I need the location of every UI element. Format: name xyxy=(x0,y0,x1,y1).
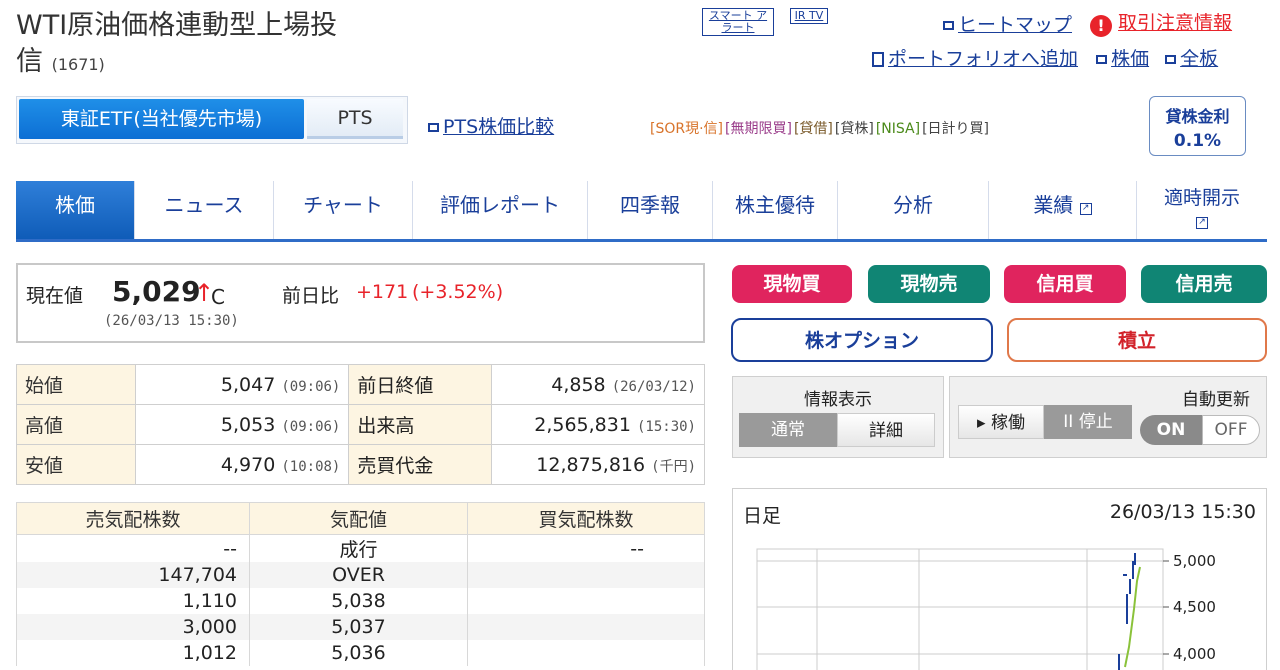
display-normal-button[interactable]: 通常 xyxy=(739,413,837,447)
kabuka-link[interactable]: 株価 xyxy=(1111,48,1149,70)
window-icon xyxy=(1165,55,1177,64)
pts-compare-link[interactable]: PTS株価比較 xyxy=(428,112,554,139)
board-header-sell: 売気配株数 xyxy=(16,502,250,535)
price-label: 現在値 xyxy=(26,285,84,307)
board-header-price: 気配値 xyxy=(249,502,468,535)
page-title: WTI原油価格連動型上場投 信 (1671) xyxy=(16,8,337,83)
info-display-panel: 情報表示 通常 詳細 xyxy=(732,376,944,458)
table-row: 始値 5,047 (09:06) 前日終値 4,858 (26/03/12) xyxy=(15,364,706,405)
tag-daytrade: [日計り買] xyxy=(922,121,990,137)
tab-chart[interactable]: チャート xyxy=(274,181,413,239)
tag-nisa: [NISA] xyxy=(875,121,921,137)
price-box: 現在値 5,029 ↑ C (26/03/13 15:30) 前日比 +171 … xyxy=(16,263,705,343)
title-line2: 信 xyxy=(16,46,43,77)
table-row: 1,012 5,036 xyxy=(16,640,705,666)
y-tick-label: 4,500 xyxy=(1173,598,1216,616)
change-percent: (+3.52%) xyxy=(412,281,504,303)
auto-update-label: 自動更新 xyxy=(1182,390,1250,410)
lending-rate-value: 0.1% xyxy=(1173,131,1222,151)
auto-update-panel: 自動更新 ▸ 稼働 II 停止 ON OFF xyxy=(949,376,1267,458)
table-row: -- 成行 -- xyxy=(16,534,705,562)
price-info-table: 始値 5,047 (09:06) 前日終値 4,858 (26/03/12) 高… xyxy=(15,364,706,485)
tab-yutai[interactable]: 株主優待 xyxy=(713,181,838,239)
main-nav: 株価 ニュース チャート 評価レポート 四季報 株主優待 分析 業績 ↗ 適時開… xyxy=(16,181,1267,242)
order-board: 売気配株数 気配値 買気配株数 -- 成行 -- 147,704 OVER 1,… xyxy=(16,502,705,666)
display-detail-button[interactable]: 詳細 xyxy=(837,413,935,447)
auto-update-off-toggle[interactable]: OFF xyxy=(1202,415,1260,445)
price-flag: C xyxy=(211,285,225,309)
info-display-label: 情報表示 xyxy=(804,390,872,410)
table-row: 1,110 5,038 xyxy=(16,588,705,614)
lending-rate-box[interactable]: 貸株金利 0.1% xyxy=(1149,96,1246,156)
change-label: 前日比 xyxy=(282,285,340,307)
tab-disclosure[interactable]: 適時開示 ↗ xyxy=(1137,181,1267,239)
heatmap-link[interactable]: ヒートマップ xyxy=(943,10,1072,37)
run-button[interactable]: ▸ 稼働 xyxy=(958,405,1044,439)
caution-link[interactable]: ! 取引注意情報 xyxy=(1090,8,1232,37)
genbutsu-buy-button[interactable]: 現物買 xyxy=(732,265,852,303)
stop-button[interactable]: II 停止 xyxy=(1044,405,1132,439)
lending-rate-label: 貸株金利 xyxy=(1165,107,1230,126)
zenban-link[interactable]: 全板 xyxy=(1180,48,1218,70)
warning-icon: ! xyxy=(1090,15,1112,37)
window-icon xyxy=(428,123,439,132)
tag-taishaku: [貸借] xyxy=(793,121,833,137)
stock-code: (1671) xyxy=(51,55,105,74)
margin-sell-button[interactable]: 信用売 xyxy=(1141,265,1267,303)
table-row: 3,000 5,037 xyxy=(16,614,705,640)
tab-pts[interactable]: PTS xyxy=(307,99,403,139)
daily-chart xyxy=(756,548,1169,670)
table-row: 147,704 OVER xyxy=(16,562,705,588)
external-link-icon: ↗ xyxy=(1079,203,1092,215)
tab-gyoseki[interactable]: 業績 ↗ xyxy=(989,181,1137,239)
tag-kashikabu: [貸株] xyxy=(834,121,874,137)
tag-unlimited: [無期限買] xyxy=(725,121,792,137)
daily-chart-panel: 日足 26/03/13 15:30 5,000 4,500 4,000 xyxy=(732,488,1267,670)
board-header-buy: 買気配株数 xyxy=(467,502,705,535)
portfolio-icon xyxy=(872,52,884,67)
title-line1: WTI原油価格連動型上場投 xyxy=(16,10,338,41)
change-value: +171 xyxy=(356,281,409,303)
tab-kabuka[interactable]: 株価 xyxy=(16,181,135,239)
tag-sor: [SOR現·信] xyxy=(650,121,724,137)
y-tick-label: 4,000 xyxy=(1173,645,1216,663)
tab-shikiho[interactable]: 四季報 xyxy=(588,181,713,239)
status-tags: [SOR現·信] [無期限買] [貸借] [貸株] [NISA] [日計り買] xyxy=(650,118,991,138)
external-link-icon: ↗ xyxy=(1196,217,1208,229)
tab-analysis[interactable]: 分析 xyxy=(838,181,989,239)
tab-report[interactable]: 評価レポート xyxy=(413,181,588,239)
market-tabs: 東証ETF(当社優先市場) PTS xyxy=(16,96,408,144)
smart-alert-button[interactable]: スマート アラート xyxy=(702,8,774,36)
ir-tv-button[interactable]: IR TV xyxy=(790,8,828,24)
price-datetime: (26/03/13 15:30) xyxy=(104,313,239,329)
y-tick-label: 5,000 xyxy=(1173,552,1216,570)
margin-buy-button[interactable]: 信用買 xyxy=(1004,265,1126,303)
tab-news[interactable]: ニュース xyxy=(135,181,274,239)
portfolio-link[interactable]: ポートフォリオへ追加 xyxy=(888,48,1078,70)
window-icon xyxy=(943,21,954,30)
stock-option-button[interactable]: 株オプション xyxy=(731,318,993,362)
tsumitate-button[interactable]: 積立 xyxy=(1007,318,1267,362)
window-icon xyxy=(1096,55,1108,64)
table-row: 高値 5,053 (09:06) 出来高 2,565,831 (15:30) xyxy=(15,404,706,445)
auto-update-on-toggle[interactable]: ON xyxy=(1140,415,1202,445)
current-price: 5,029 xyxy=(112,275,201,308)
table-row: 安値 4,970 (10:08) 売買代金 12,875,816 (千円) xyxy=(15,444,706,485)
header-links: ポートフォリオへ追加 株価 全板 xyxy=(872,44,1218,71)
tab-tse-etf[interactable]: 東証ETF(当社優先市場) xyxy=(19,99,304,139)
genbutsu-sell-button[interactable]: 現物売 xyxy=(868,265,990,303)
